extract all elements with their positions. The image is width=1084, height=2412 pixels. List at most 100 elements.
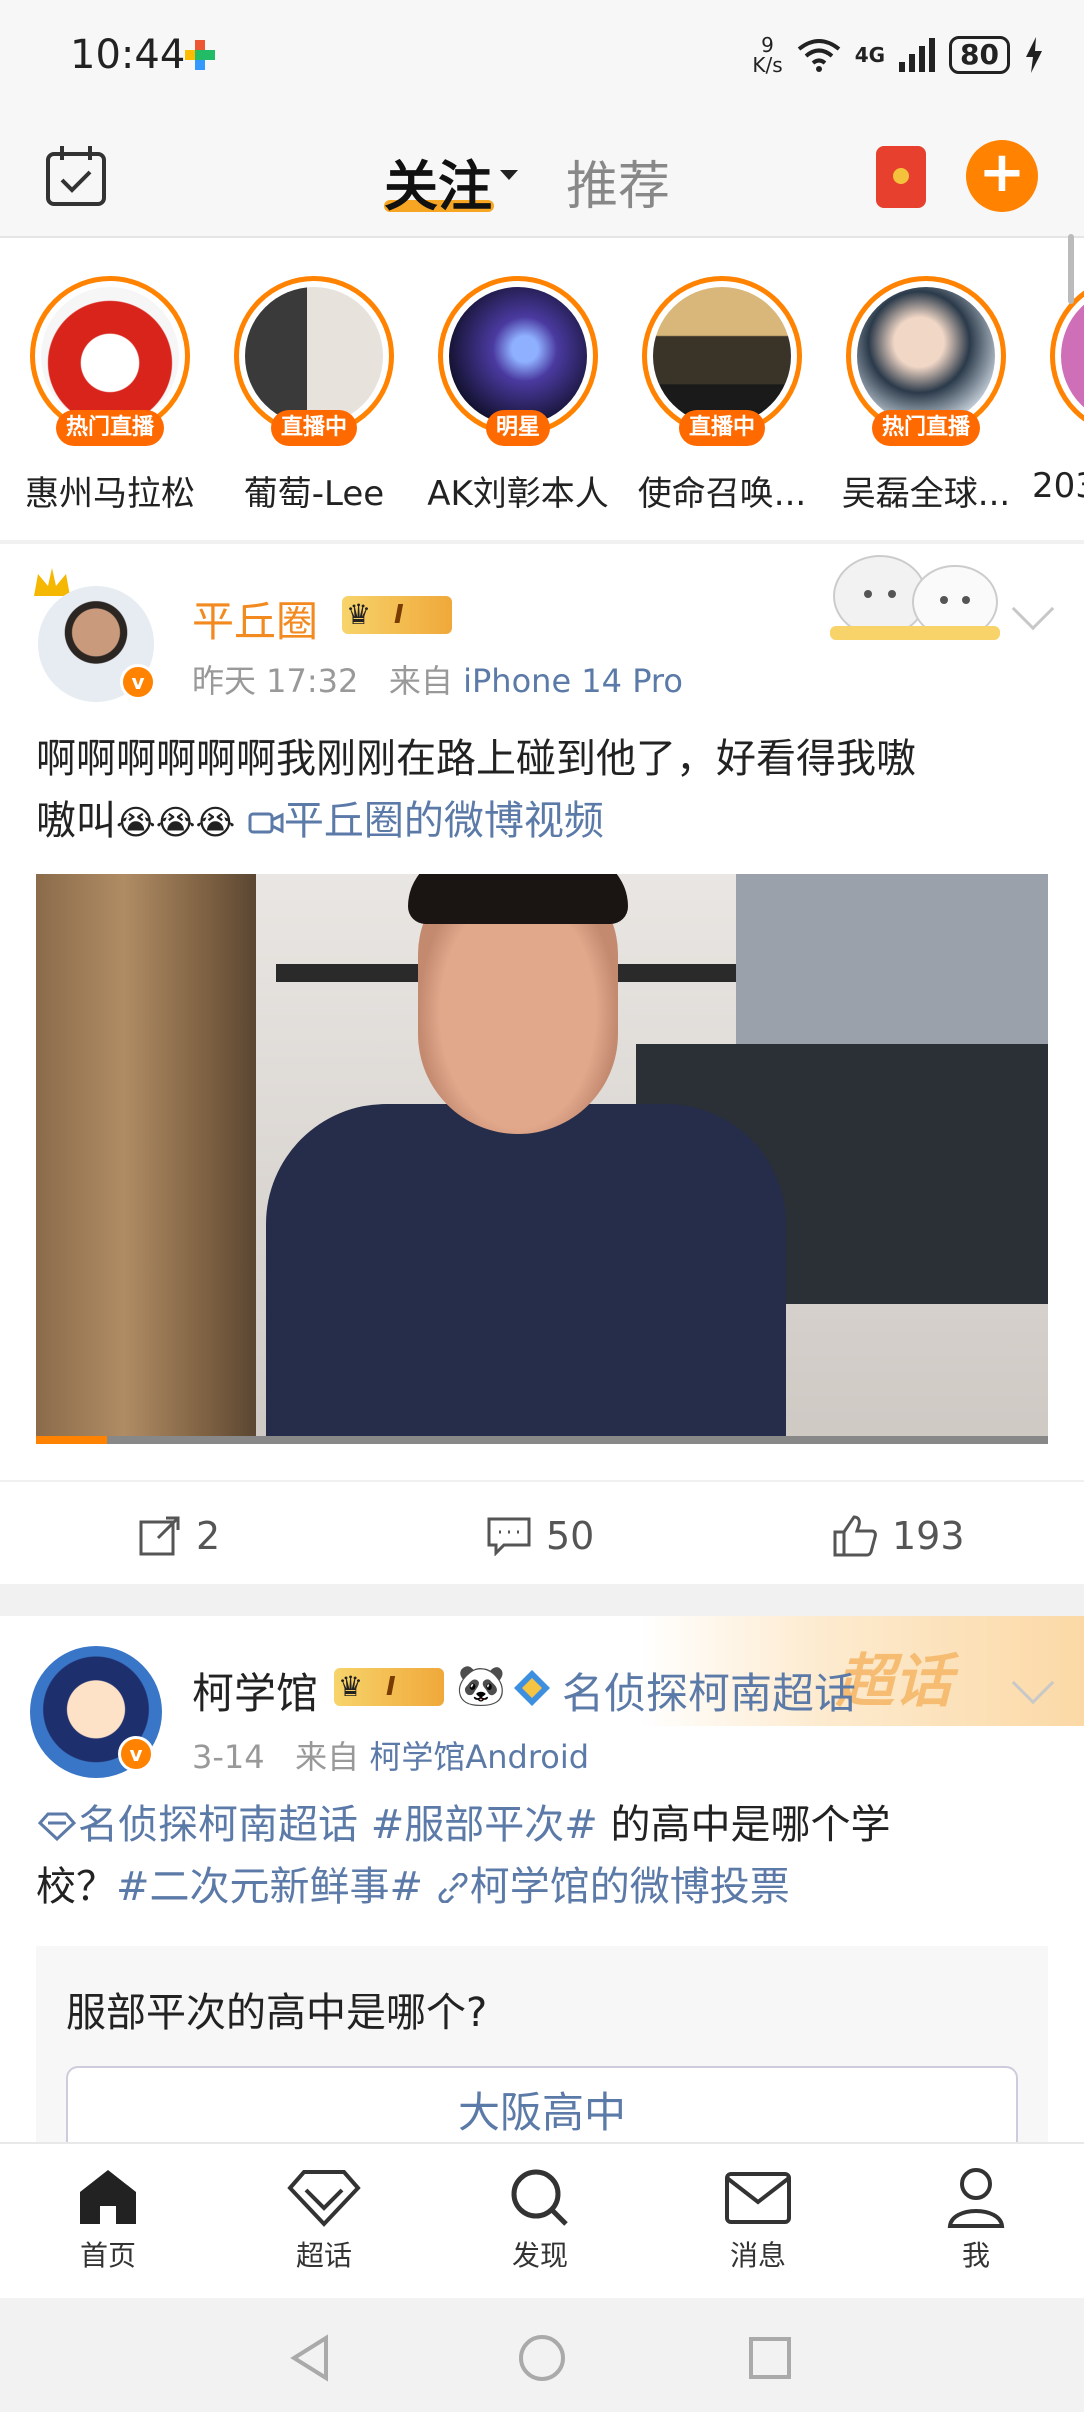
avatar — [449, 287, 587, 425]
home-icon — [80, 2170, 136, 2224]
post-source: iPhone 14 Pro — [463, 662, 683, 700]
live-item[interactable]: 203 — [1030, 276, 1084, 516]
repost-button[interactable]: 2 — [138, 1514, 220, 1558]
post-source: 柯学馆Android — [369, 1738, 590, 1776]
red-packet-icon[interactable] — [876, 146, 926, 208]
sticker-decoration-icon — [830, 555, 1000, 640]
repost-icon — [139, 1516, 180, 1556]
live-badge: 热门直播 — [55, 410, 165, 446]
chevron-down-icon[interactable] — [1011, 587, 1055, 631]
search-icon — [511, 2169, 568, 2226]
poll-question: 服部平次的高中是哪个? — [66, 1990, 488, 2036]
like-count: 193 — [892, 1514, 965, 1558]
live-badge: 热门直播 — [871, 410, 981, 446]
top-nav: 关注 推荐 + — [0, 110, 1084, 238]
video-player[interactable] — [36, 874, 1048, 1444]
avatar — [1061, 287, 1084, 425]
home-circle-icon[interactable] — [518, 2334, 566, 2382]
repost-count: 2 — [196, 1514, 221, 1558]
live-name: AK刘彰本人 — [427, 474, 609, 514]
post-author[interactable]: 柯学馆 — [192, 1660, 318, 1721]
chevron-down-icon[interactable] — [500, 170, 518, 180]
app-notification-icon — [185, 40, 215, 70]
crying-emoji: 😭😭😭 — [116, 803, 236, 843]
network-speed: 9 K/s — [752, 33, 783, 77]
bottom-tab-bar: 首页 超话 发现 消息 我 — [0, 2142, 1084, 2298]
post-text: 啊啊啊啊啊啊我刚刚在路上碰到他了，好看得我嗷 嗷叫😭😭😭 平丘圈的微博视频 — [36, 736, 916, 844]
post-from-label: 来自 — [295, 1738, 360, 1776]
tab-follow[interactable]: 关注 — [384, 142, 492, 221]
signal-icon — [899, 38, 936, 72]
live-item[interactable]: 热门直播 惠州马拉松 — [10, 276, 210, 516]
supertopic-link[interactable]: 名侦探柯南超话 — [562, 1660, 856, 1721]
live-badge: 直播中 — [678, 410, 766, 446]
hashtag-link[interactable]: #二次元新鲜事# — [116, 1864, 423, 1910]
avatar — [857, 287, 995, 425]
panda-icon: 🐼 — [456, 1663, 506, 1709]
hashtag-link[interactable]: #服部平次# — [371, 1802, 598, 1848]
thumbs-up-icon — [833, 1515, 877, 1557]
tab-messages[interactable]: 消息 — [698, 2166, 818, 2274]
live-badge: 直播中 — [270, 410, 358, 446]
comment-icon — [487, 1517, 531, 1556]
like-button[interactable]: 193 — [832, 1514, 965, 1558]
tab-recommend[interactable]: 推荐 — [566, 144, 670, 219]
calendar-check-icon[interactable] — [44, 144, 108, 208]
status-bar: 10:44 9 K/s 4G 80 — [0, 0, 1084, 110]
avatar — [41, 287, 179, 425]
tab-supertopic[interactable]: 超话 — [264, 2166, 384, 2274]
avatar — [245, 287, 383, 425]
post-meta: 昨天 17:32 来自 iPhone 14 Pro — [192, 656, 683, 702]
video-progress-fill — [36, 1436, 107, 1444]
feed-post: 超话 v 柯学馆 🐼 名侦探柯南超话 3-14 来自 柯学馆Android 名侦… — [0, 1616, 1084, 2142]
back-icon[interactable] — [288, 2334, 332, 2382]
network-type: 4G — [854, 43, 886, 67]
live-name: 203 — [1032, 466, 1084, 506]
post-time: 昨天 17:32 — [192, 662, 359, 700]
live-item[interactable]: 直播中 葡萄-Lee — [214, 276, 414, 516]
live-name: 惠州马拉松 — [25, 474, 195, 514]
post-actions: 2 50 193 — [0, 1480, 1084, 1590]
vip-badge — [334, 1668, 444, 1706]
recents-icon[interactable] — [748, 2336, 792, 2380]
live-name: 使命召唤... — [637, 474, 807, 514]
mail-icon — [725, 2172, 791, 2224]
post-text: 名侦探柯南超话 #服部平次# 的高中是哪个学 校？#二次元新鲜事# 柯学馆的微博… — [36, 1802, 891, 1910]
feed-post: v 平丘圈 昨天 17:32 来自 iPhone 14 Pro 啊啊啊啊啊啊我刚… — [0, 544, 1084, 1584]
supertopic-diamond-icon — [514, 1670, 550, 1706]
diamond-icon — [287, 2170, 361, 2227]
post-from-label: 来自 — [388, 662, 453, 700]
system-nav-bar — [0, 2298, 1084, 2412]
live-name: 吴磊全球... — [841, 474, 1011, 514]
tab-home[interactable]: 首页 — [48, 2166, 168, 2274]
vip-badge — [342, 596, 452, 634]
scrollbar — [1068, 234, 1074, 304]
post-meta: 3-14 来自 柯学馆Android — [192, 1732, 589, 1778]
live-name: 葡萄-Lee — [243, 474, 385, 514]
live-item[interactable]: 明星 AK刘彰本人 — [418, 276, 618, 516]
diamond-icon — [37, 1812, 77, 1842]
avatar — [653, 287, 791, 425]
verified-badge-icon: v — [118, 1736, 154, 1772]
poll-card: 服部平次的高中是哪个? 大阪高中 — [36, 1946, 1048, 2142]
tab-discover[interactable]: 发现 — [480, 2166, 600, 2274]
poll-option[interactable]: 大阪高中 — [66, 2066, 1018, 2142]
live-item[interactable]: 热门直播 吴磊全球... — [826, 276, 1026, 516]
poll-link[interactable]: 柯学馆的微博投票 — [436, 1864, 790, 1910]
post-author[interactable]: 平丘圈 — [192, 588, 318, 649]
video-progress-track[interactable] — [36, 1436, 1048, 1444]
wifi-icon — [797, 39, 840, 72]
live-stories-row: 热门直播 惠州马拉松 直播中 葡萄-Lee 明星 AK刘彰本人 直播中 使命召唤… — [0, 234, 1084, 540]
video-link[interactable]: 平丘圈的微博视频 — [248, 798, 604, 844]
live-item[interactable]: 直播中 使命召唤... — [622, 276, 822, 516]
post-time: 3-14 — [192, 1738, 265, 1776]
comment-button[interactable]: 50 — [486, 1514, 594, 1558]
user-icon — [947, 2168, 1005, 2228]
compose-plus-button[interactable]: + — [966, 140, 1038, 212]
battery-indicator: 80 — [949, 36, 1010, 74]
verified-badge-icon: v — [120, 664, 156, 700]
tab-me[interactable]: 我 — [916, 2166, 1036, 2274]
charging-icon — [1026, 37, 1042, 73]
video-camera-icon — [248, 812, 284, 834]
topic-link[interactable]: 名侦探柯南超话 — [36, 1802, 358, 1848]
